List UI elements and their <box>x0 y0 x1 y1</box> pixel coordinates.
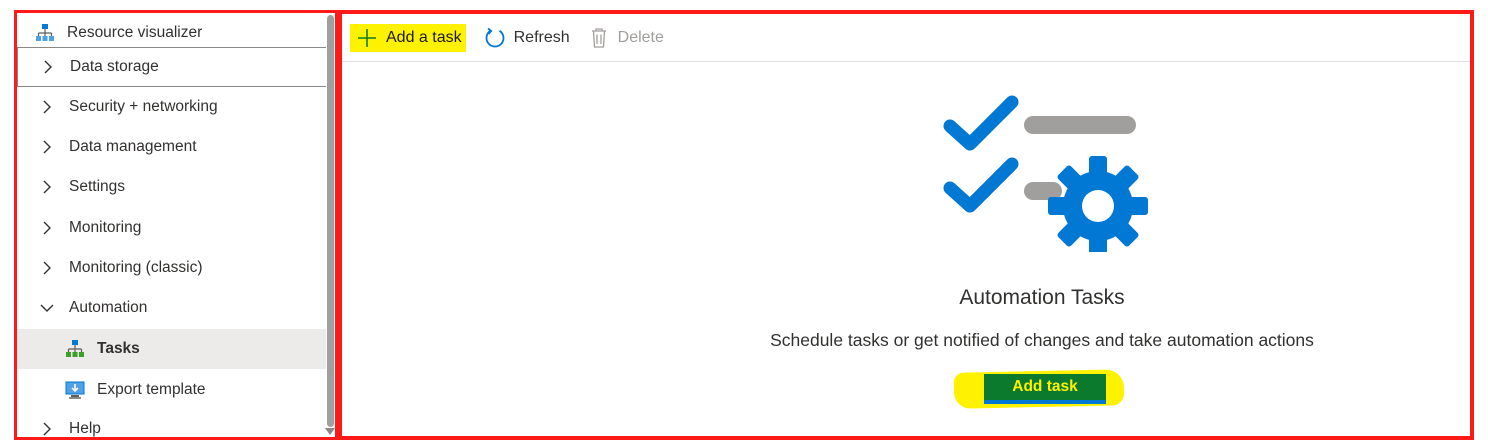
sidebar-item-automation[interactable]: Automation <box>17 288 327 328</box>
checkmark-icon <box>943 95 1019 151</box>
command-bar: Add a task Refresh Delete <box>342 14 1470 62</box>
sidebar-item-label: Automation <box>69 299 148 316</box>
sidebar-scrollbar[interactable] <box>325 13 335 437</box>
sidebar-item-label: Monitoring <box>69 219 142 236</box>
chevron-right-icon <box>39 99 55 115</box>
trash-icon <box>588 27 610 49</box>
add-task-button[interactable]: Add task <box>984 374 1106 404</box>
chevron-right-icon <box>39 139 55 155</box>
sidebar-nav: Resource visualizer Data storage Securit… <box>14 10 338 440</box>
sidebar-item-data-management[interactable]: Data management <box>17 127 327 167</box>
empty-state-description: Schedule tasks or get notified of change… <box>770 330 1314 350</box>
resource-visualizer-icon <box>35 23 55 43</box>
automation-tasks-panel: Add a task Refresh Delete Automation Tas… <box>338 10 1474 440</box>
chevron-right-icon <box>39 260 55 276</box>
add-a-task-label: Add a task <box>386 28 462 46</box>
sidebar-item-security-networking[interactable]: Security + networking <box>17 87 327 127</box>
refresh-label: Refresh <box>513 28 570 46</box>
tasks-icon <box>65 339 85 359</box>
sidebar-item-label: Tasks <box>97 340 140 357</box>
sidebar-item-label: Export template <box>97 381 206 398</box>
chevron-right-icon <box>39 179 55 195</box>
sidebar-item-monitoring-classic[interactable]: Monitoring (classic) <box>17 248 327 288</box>
scrollbar-thumb[interactable] <box>327 15 334 427</box>
refresh-icon <box>484 27 506 49</box>
sidebar-item-export-template[interactable]: Export template <box>17 370 327 410</box>
chevron-right-icon <box>39 421 55 437</box>
automation-tasks-illustration <box>942 92 1152 257</box>
empty-state-title: Automation Tasks <box>959 286 1125 309</box>
chevron-down-icon <box>39 300 55 316</box>
sidebar-item-label: Help <box>69 420 101 437</box>
sidebar-item-label: Resource visualizer <box>67 24 203 41</box>
plus-icon <box>356 27 378 49</box>
sidebar-item-tasks[interactable]: Tasks <box>17 329 327 369</box>
gear-icon <box>1048 156 1148 256</box>
checkmark-icon <box>943 157 1019 213</box>
delete-label: Delete <box>617 28 664 46</box>
sidebar-item-label: Data management <box>69 138 197 155</box>
sidebar-item-help[interactable]: Help <box>17 409 327 437</box>
refresh-button[interactable]: Refresh <box>484 24 570 52</box>
sidebar-item-label: Monitoring (classic) <box>69 259 203 276</box>
chevron-right-icon <box>40 59 56 75</box>
sidebar-item-monitoring[interactable]: Monitoring <box>17 208 327 248</box>
chevron-right-icon <box>39 220 55 236</box>
add-a-task-button[interactable]: Add a task <box>350 23 466 52</box>
sidebar-item-label: Data storage <box>70 58 159 75</box>
sidebar-item-data-storage[interactable]: Data storage <box>17 47 327 87</box>
add-task-cta: Add task <box>953 369 1125 409</box>
scroll-down-arrow-icon[interactable] <box>325 428 335 435</box>
sidebar-item-label: Security + networking <box>69 98 218 115</box>
delete-button[interactable]: Delete <box>588 24 664 52</box>
sidebar-item-label: Settings <box>69 178 126 195</box>
export-template-icon <box>65 380 85 400</box>
sidebar-item-settings[interactable]: Settings <box>17 167 327 207</box>
